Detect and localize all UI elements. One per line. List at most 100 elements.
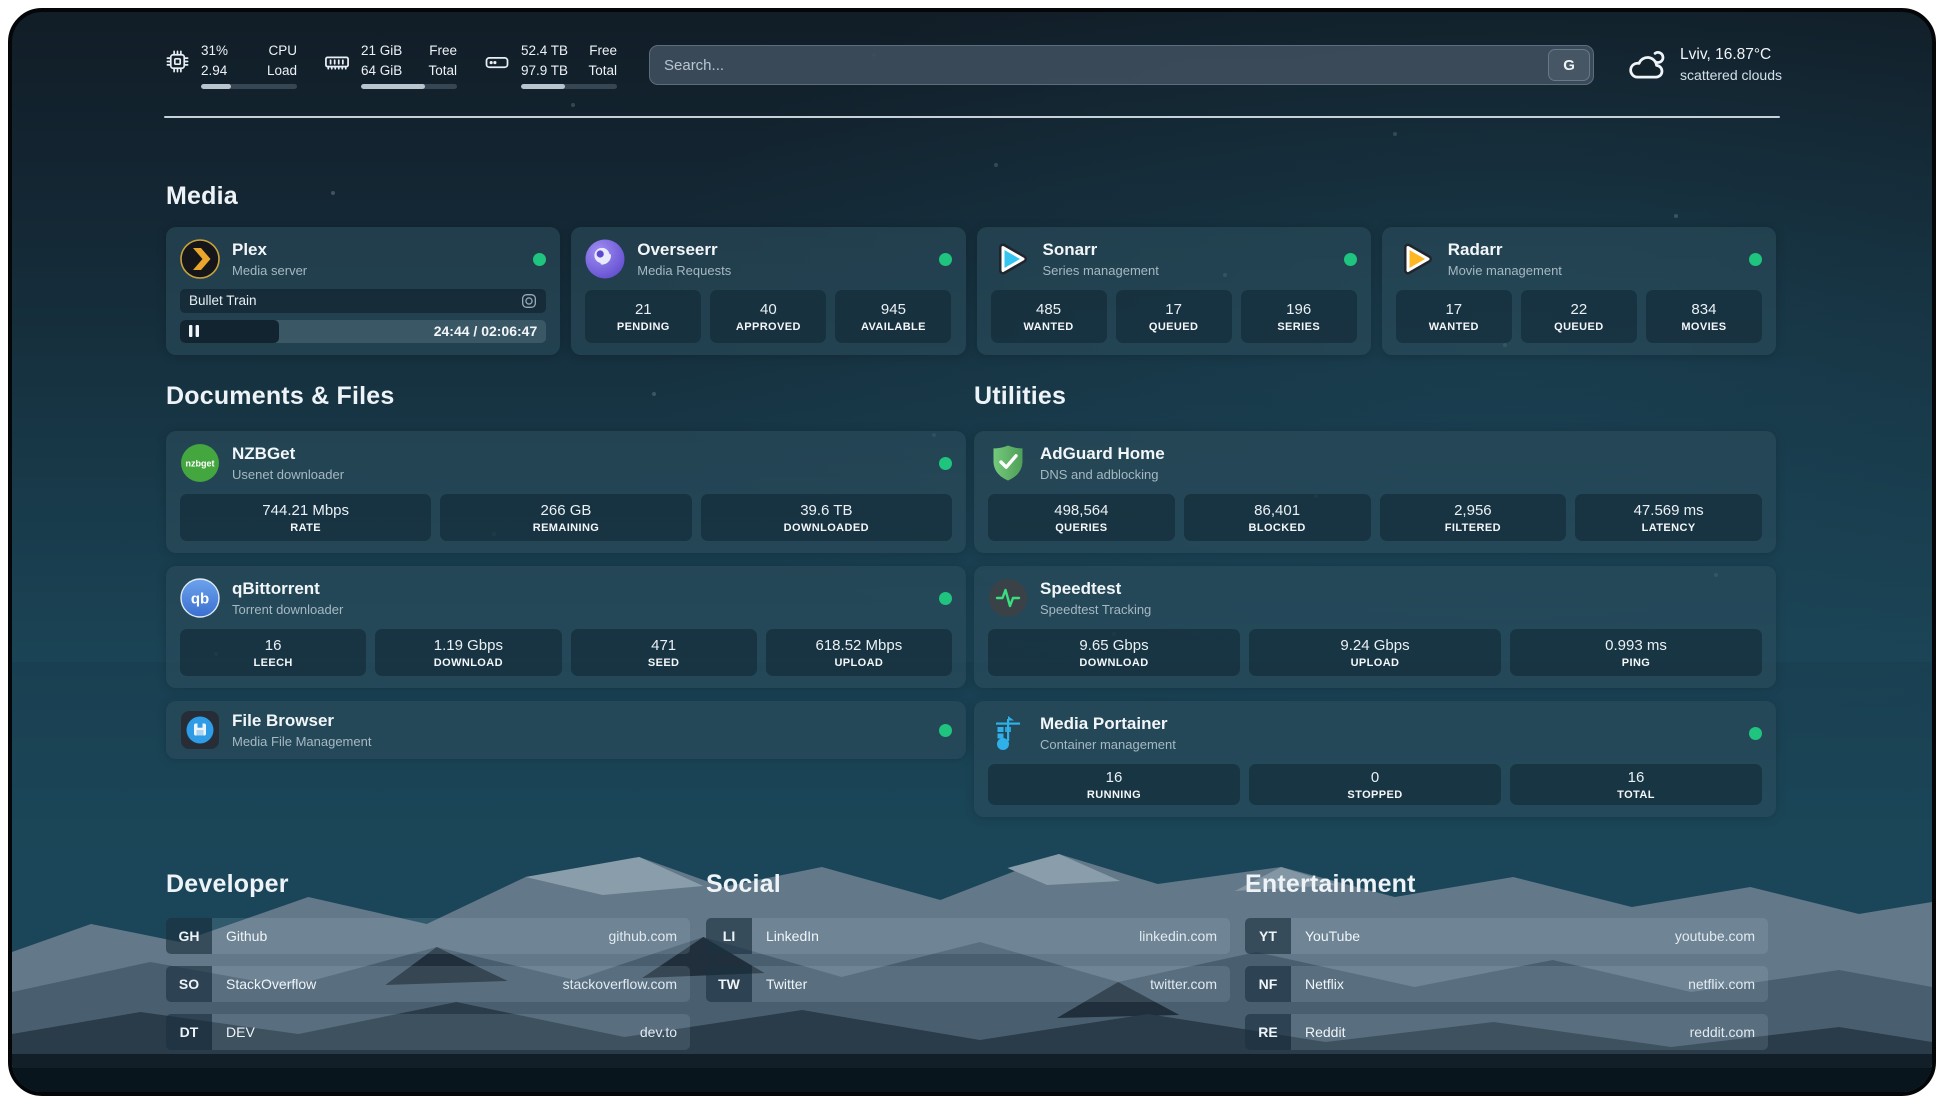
- search-engine-button[interactable]: G: [1548, 49, 1590, 81]
- now-playing-icon[interactable]: [521, 293, 537, 309]
- stat-value: 9.65 Gbps: [1079, 637, 1148, 654]
- link-name: Netflix: [1291, 966, 1344, 1002]
- adguard-card[interactable]: AdGuard Home DNS and adblocking 498,564 …: [974, 431, 1776, 553]
- weather-location-temp: Lviv, 16.87°C: [1680, 45, 1782, 66]
- link-row-netflix[interactable]: NF Netflix netflix.com: [1245, 966, 1768, 1002]
- stat-value: 9.24 Gbps: [1340, 637, 1409, 654]
- app-description: Media Requests: [637, 263, 731, 279]
- stat-tile: 744.21 Mbps RATE: [180, 494, 431, 541]
- stat-label: QUERIES: [1055, 522, 1107, 534]
- stat-value: 21: [635, 301, 652, 318]
- now-playing-row: Bullet Train: [180, 289, 546, 313]
- app-name: Plex: [232, 239, 307, 260]
- app-description: Movie management: [1448, 263, 1562, 279]
- link-row-linkedin[interactable]: LI LinkedIn linkedin.com: [706, 918, 1230, 954]
- app-name: Speedtest: [1040, 578, 1151, 599]
- stat-label: UPLOAD: [1351, 657, 1400, 669]
- filebrowser-icon: [180, 710, 220, 750]
- stat-label: FILTERED: [1445, 522, 1501, 534]
- ram-icon: [323, 48, 351, 76]
- link-row-github[interactable]: GH Github github.com: [166, 918, 690, 954]
- app-description: Container management: [1040, 737, 1176, 753]
- sonarr-card[interactable]: Sonarr Series management 485 WANTED 17 Q…: [977, 227, 1371, 355]
- status-dot: [1749, 253, 1762, 266]
- status-dot: [1749, 727, 1762, 740]
- app-name: Overseerr: [637, 239, 731, 260]
- app-description: Series management: [1043, 263, 1159, 279]
- playback-time: 24:44 / 02:06:47: [434, 320, 538, 344]
- cpu-chip-icon: [164, 48, 191, 75]
- memory-free-label: Free: [424, 41, 457, 60]
- stat-tile: 39.6 TB DOWNLOADED: [701, 494, 952, 541]
- stat-tile: 266 GB REMAINING: [440, 494, 691, 541]
- stat-label: DOWNLOAD: [434, 657, 503, 669]
- link-url: youtube.com: [1675, 918, 1768, 954]
- link-url: stackoverflow.com: [563, 966, 690, 1002]
- nzbget-icon: nzbget: [180, 443, 220, 483]
- disk-icon: [483, 48, 511, 76]
- section-title-social: Social: [706, 870, 781, 899]
- stat-value: 618.52 Mbps: [816, 637, 903, 654]
- link-row-stackoverflow[interactable]: SO StackOverflow stackoverflow.com: [166, 966, 690, 1002]
- link-name: Twitter: [752, 966, 807, 1002]
- stat-label: TOTAL: [1617, 789, 1655, 801]
- link-url: github.com: [609, 918, 690, 954]
- portainer-card[interactable]: Media Portainer Container management 16 …: [974, 701, 1776, 817]
- memory-free-value: 21 GiB: [361, 41, 406, 60]
- stat-tile: 2,956 FILTERED: [1380, 494, 1567, 541]
- app-description: Media File Management: [232, 734, 371, 750]
- link-row-reddit[interactable]: RE Reddit reddit.com: [1245, 1014, 1768, 1050]
- link-url: linkedin.com: [1139, 918, 1230, 954]
- radarr-card[interactable]: Radarr Movie management 17 WANTED 22 QUE…: [1382, 227, 1776, 355]
- app-name: AdGuard Home: [1040, 443, 1165, 464]
- stat-tile: 945 AVAILABLE: [835, 290, 951, 343]
- stat-value: 2,956: [1454, 502, 1492, 519]
- app-name: Radarr: [1448, 239, 1562, 260]
- stat-tile: 22 QUEUED: [1521, 290, 1637, 343]
- plex-card[interactable]: Plex Media server Bullet Train: [166, 227, 560, 355]
- link-abbr: LI: [706, 918, 752, 954]
- section-title-developer: Developer: [166, 870, 289, 899]
- memory-progress-fill: [361, 84, 425, 89]
- stat-label: DOWNLOADED: [784, 522, 869, 534]
- app-description: Media server: [232, 263, 307, 279]
- app-description: DNS and adblocking: [1040, 467, 1165, 483]
- stat-tile: 0 STOPPED: [1249, 764, 1501, 805]
- stat-label: PENDING: [617, 321, 670, 333]
- stat-value: 16: [1628, 769, 1645, 786]
- search-input[interactable]: [649, 45, 1594, 85]
- link-abbr: YT: [1245, 918, 1291, 954]
- filebrowser-card[interactable]: File Browser Media File Management: [166, 701, 966, 759]
- link-row-dev[interactable]: DT DEV dev.to: [166, 1014, 690, 1050]
- svg-text:nzbget: nzbget: [186, 459, 215, 469]
- link-row-twitter[interactable]: TW Twitter twitter.com: [706, 966, 1230, 1002]
- link-abbr: NF: [1245, 966, 1291, 1002]
- stat-value: 17: [1165, 301, 1182, 318]
- qbittorrent-card[interactable]: qb qBittorrent Torrent downloader 16 LEE…: [166, 566, 966, 688]
- cpu-load-value: 2.94: [201, 61, 238, 80]
- cpu-progress-fill: [201, 84, 231, 89]
- app-description: Usenet downloader: [232, 467, 344, 483]
- stat-tile: 9.24 Gbps UPLOAD: [1249, 629, 1501, 676]
- disk-progress-fill: [521, 84, 565, 89]
- link-url: twitter.com: [1150, 966, 1230, 1002]
- stat-label: REMAINING: [533, 522, 600, 534]
- playback-progress-bar: 24:44 / 02:06:47: [180, 320, 546, 344]
- status-dot: [939, 457, 952, 470]
- svg-text:qb: qb: [191, 591, 209, 608]
- stat-value: 17: [1445, 301, 1462, 318]
- stat-value: 40: [760, 301, 777, 318]
- cpu-progress-track: [201, 84, 297, 89]
- stat-value: 834: [1691, 301, 1716, 318]
- link-row-youtube[interactable]: YT YouTube youtube.com: [1245, 918, 1768, 954]
- stat-label: WANTED: [1024, 321, 1074, 333]
- stat-value: 498,564: [1054, 502, 1108, 519]
- stat-value: 196: [1286, 301, 1311, 318]
- stat-tile: 40 APPROVED: [710, 290, 826, 343]
- stat-label: MOVIES: [1681, 321, 1726, 333]
- speedtest-card[interactable]: Speedtest Speedtest Tracking 9.65 Gbps D…: [974, 566, 1776, 688]
- cpu-usage-value: 31%: [201, 41, 238, 60]
- overseerr-card[interactable]: Overseerr Media Requests 21 PENDING 40 A…: [571, 227, 965, 355]
- nzbget-card[interactable]: nzbget NZBGet Usenet downloader 744.21 M…: [166, 431, 966, 553]
- stat-tile: 196 SERIES: [1241, 290, 1357, 343]
